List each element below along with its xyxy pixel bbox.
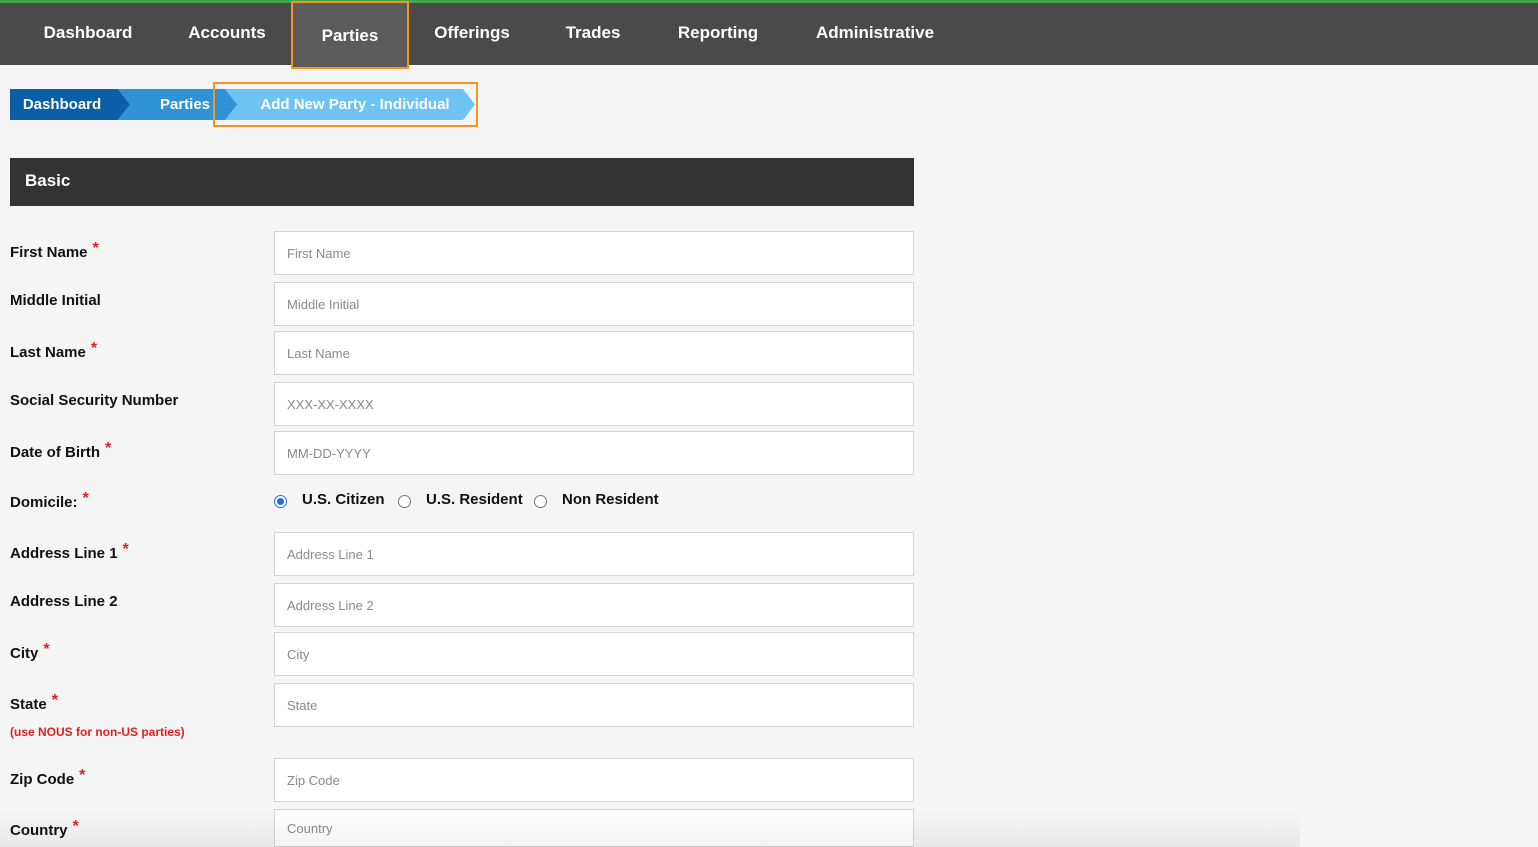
state-label: State * xyxy=(10,692,58,713)
section-header-basic: Basic xyxy=(10,158,914,206)
country-input[interactable] xyxy=(274,809,914,847)
radio-selected-icon[interactable] xyxy=(274,495,287,508)
domicile-label: Domicile: * xyxy=(10,490,89,511)
top-nav-bar: Dashboard Accounts Parties Offerings Tra… xyxy=(0,0,1538,69)
domicile-option-us-citizen[interactable]: U.S. Citizen xyxy=(274,490,389,512)
address-line-1-input[interactable] xyxy=(274,532,914,576)
required-marker: * xyxy=(72,818,79,835)
radio-unselected-icon[interactable] xyxy=(398,495,411,508)
ssn-label: Social Security Number xyxy=(10,392,179,409)
address-line-2-input[interactable] xyxy=(274,583,914,627)
domicile-option-non-resident[interactable]: Non Resident xyxy=(534,490,664,512)
city-input[interactable] xyxy=(274,632,914,676)
nav-item-offerings[interactable]: Offerings xyxy=(418,3,526,65)
dob-label: Date of Birth * xyxy=(10,440,112,461)
breadcrumb-parties[interactable]: Parties xyxy=(118,89,238,120)
city-label: City * xyxy=(10,641,50,662)
state-input[interactable] xyxy=(274,683,914,727)
first-name-input[interactable] xyxy=(274,231,914,275)
required-marker: * xyxy=(90,340,98,357)
required-marker: * xyxy=(51,692,58,709)
zip-code-input[interactable] xyxy=(274,758,914,802)
breadcrumb-add-new-party: Add New Party - Individual xyxy=(225,89,475,120)
address-line-2-label: Address Line 2 xyxy=(10,593,118,610)
first-name-label: First Name * xyxy=(10,240,99,261)
nav-item-dashboard[interactable]: Dashboard xyxy=(28,3,148,65)
required-marker: * xyxy=(43,641,50,658)
zip-code-label: Zip Code * xyxy=(10,767,86,788)
required-marker: * xyxy=(82,490,89,507)
required-marker: * xyxy=(79,767,86,784)
radio-unselected-icon[interactable] xyxy=(534,495,547,508)
nav-item-parties[interactable]: Parties xyxy=(291,1,409,69)
nav-item-reporting[interactable]: Reporting xyxy=(660,3,776,65)
required-marker: * xyxy=(122,541,129,558)
required-marker: * xyxy=(105,440,112,457)
dob-input[interactable] xyxy=(274,431,914,475)
nav-item-administrative[interactable]: Administrative xyxy=(800,3,950,65)
state-hint-text: (use NOUS for non-US parties) xyxy=(10,725,185,739)
country-label: Country * xyxy=(10,818,79,839)
middle-initial-label: Middle Initial xyxy=(10,292,101,309)
last-name-input[interactable] xyxy=(274,331,914,375)
nav-item-trades[interactable]: Trades xyxy=(548,3,638,65)
ssn-input[interactable] xyxy=(274,382,914,426)
address-line-1-label: Address Line 1 * xyxy=(10,541,129,562)
required-marker: * xyxy=(92,240,99,257)
breadcrumb-dashboard[interactable]: Dashboard xyxy=(10,89,130,120)
nav-item-accounts[interactable]: Accounts xyxy=(172,3,282,65)
middle-initial-input[interactable] xyxy=(274,282,914,326)
domicile-option-us-resident[interactable]: U.S. Resident xyxy=(398,490,523,512)
last-name-label: Last Name * xyxy=(10,340,98,361)
